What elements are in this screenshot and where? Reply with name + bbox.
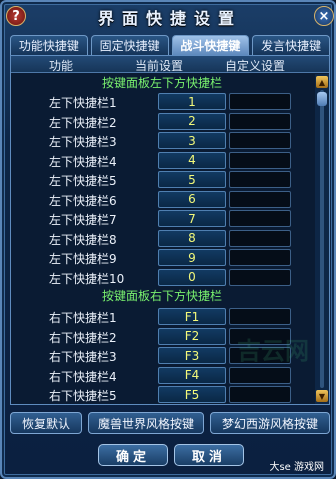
custom-key-field[interactable] [229, 386, 291, 403]
table-row: 左下快捷栏8 8 [11, 229, 313, 249]
wow-style-button[interactable]: 魔兽世界风格按键 [88, 412, 204, 434]
row-label: 左下快捷栏1 [49, 96, 117, 110]
row-label: 左下快捷栏6 [49, 193, 117, 208]
table-row: 左下快捷栏2 2 [11, 112, 313, 132]
site-logo: 大se 游戏网 [269, 462, 324, 473]
custom-key-field[interactable] [229, 151, 291, 169]
current-key[interactable]: 0 [158, 268, 226, 286]
table-row: 右下快捷栏4 F4 [11, 366, 313, 386]
custom-key-field[interactable] [229, 249, 291, 266]
confirm-button[interactable]: 确定 [98, 444, 168, 466]
row-label: 右下快捷栏3 [49, 350, 117, 364]
current-key[interactable]: F2 [158, 327, 226, 345]
custom-key-field[interactable] [229, 190, 291, 208]
tab-combat-keys[interactable]: 战斗快捷键 [171, 35, 250, 55]
row-label: 右下快捷栏1 [49, 311, 117, 325]
table-row: 左下快捷栏7 7 [11, 209, 313, 229]
table-body: 按键面板左下方快捷栏 左下快捷栏1 1 左下快捷栏2 2 左下快捷栏3 3 左下… [11, 74, 313, 404]
row-label: 左下快捷栏3 [49, 135, 117, 149]
row-label: 左下快捷栏2 [49, 115, 117, 130]
current-key[interactable]: 1 [158, 93, 226, 110]
close-icon[interactable]: × [314, 6, 334, 26]
row-label: 左下快捷栏8 [49, 232, 117, 247]
current-key[interactable]: 4 [158, 151, 226, 169]
custom-key-field[interactable] [229, 308, 291, 325]
scrollbar[interactable]: ▲ ▼ [315, 74, 329, 404]
row-label: 左下快捷栏5 [49, 174, 117, 188]
shortcut-table: 功能 当前设置 自定义设置 按键面板左下方快捷栏 左下快捷栏1 1 左下快捷栏2… [10, 55, 330, 405]
cancel-button[interactable]: 取消 [174, 444, 244, 466]
window-title: 界面快捷设置 [97, 9, 242, 28]
current-key[interactable]: F1 [158, 308, 226, 325]
table-row: 左下快捷栏5 5 [11, 170, 313, 190]
row-label: 右下快捷栏5 [49, 389, 117, 403]
custom-key-field[interactable] [229, 268, 291, 286]
watermark: 吉云网 [237, 337, 309, 365]
current-key[interactable]: F4 [158, 366, 226, 384]
custom-key-field[interactable] [229, 229, 291, 247]
row-label: 左下快捷栏7 [49, 213, 117, 227]
table-row: 左下快捷栏9 9 [11, 248, 313, 268]
help-icon[interactable]: ? [6, 6, 26, 26]
row-label: 左下快捷栏4 [49, 154, 117, 169]
table-row: 左下快捷栏1 1 [11, 92, 313, 112]
table-row: 左下快捷栏4 4 [11, 151, 313, 171]
custom-key-field[interactable] [229, 210, 291, 227]
table-row: 左下快捷栏6 6 [11, 190, 313, 210]
table-row: 左下快捷栏3 3 [11, 131, 313, 151]
row-label: 右下快捷栏2 [49, 330, 117, 345]
scroll-down-arrow-icon[interactable]: ▼ [316, 390, 328, 402]
current-key[interactable]: F5 [158, 386, 226, 403]
custom-key-field[interactable] [229, 171, 291, 188]
scroll-up-arrow-icon[interactable]: ▲ [316, 76, 328, 88]
restore-default-button[interactable]: 恢复默认 [10, 412, 82, 434]
current-key[interactable]: 8 [158, 229, 226, 247]
settings-window: ? 界面快捷设置 × 功能快捷键 固定快捷键 战斗快捷键 发言快捷键 功能 当前… [0, 0, 336, 479]
tab-chat-keys[interactable]: 发言快捷键 [252, 35, 330, 55]
custom-key-field[interactable] [229, 112, 291, 130]
scroll-track[interactable] [320, 90, 324, 388]
current-key[interactable]: 9 [158, 249, 226, 266]
table-row: 右下快捷栏5 F5 [11, 385, 313, 404]
current-key[interactable]: 5 [158, 171, 226, 188]
custom-key-field[interactable] [229, 366, 291, 384]
current-key[interactable]: F3 [158, 347, 226, 364]
header-custom: 自定义设置 [225, 59, 286, 73]
table-row: 左下快捷栏10 0 [11, 268, 313, 288]
current-key[interactable]: 2 [158, 112, 226, 130]
section-title-right: 按键面板右下方快捷栏 [101, 289, 222, 303]
header-current: 当前设置 [135, 59, 184, 73]
table-header: 功能 当前设置 自定义设置 [11, 56, 329, 73]
section-title-left: 按键面板左下方快捷栏 [101, 76, 222, 90]
current-key[interactable]: 7 [158, 210, 226, 227]
row-label: 左下快捷栏10 [49, 271, 125, 286]
custom-key-field[interactable] [229, 93, 291, 110]
current-key[interactable]: 3 [158, 132, 226, 149]
current-key[interactable]: 6 [158, 190, 226, 208]
tab-bar: 功能快捷键 固定快捷键 战斗快捷键 发言快捷键 [10, 35, 330, 55]
title-bar[interactable]: ? 界面快捷设置 × [2, 2, 336, 32]
tab-function-keys[interactable]: 功能快捷键 [10, 35, 88, 55]
row-label: 左下快捷栏9 [49, 252, 117, 266]
custom-key-field[interactable] [229, 132, 291, 149]
mhxy-style-button[interactable]: 梦幻西游风格按键 [210, 412, 330, 434]
preset-buttons: 恢复默认 魔兽世界风格按键 梦幻西游风格按键 [10, 412, 330, 434]
row-label: 右下快捷栏4 [49, 369, 117, 384]
table-row: 右下快捷栏1 F1 [11, 307, 313, 327]
header-function: 功能 [49, 59, 74, 73]
scroll-thumb[interactable] [317, 92, 327, 106]
tab-fixed-keys[interactable]: 固定快捷键 [90, 35, 169, 55]
